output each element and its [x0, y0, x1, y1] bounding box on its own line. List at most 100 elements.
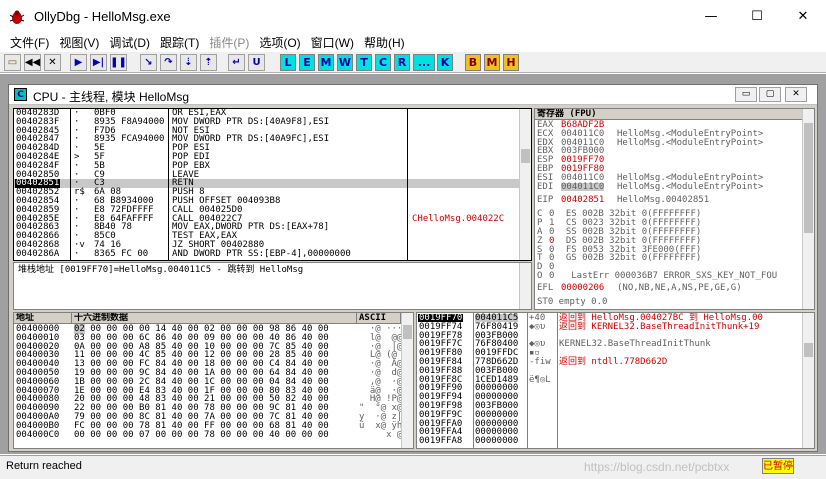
trace-over-icon[interactable]: ⇡ — [200, 54, 217, 71]
register-name: EBP — [537, 163, 554, 174]
open-file-icon[interactable]: ▭ — [4, 54, 21, 71]
execute-till-user-icon[interactable]: U — [248, 54, 265, 71]
disasm-row[interactable]: 00402866 · 85C0 TEST EAX,EAX — [14, 232, 519, 241]
disasm-address: 0040283D — [16, 108, 60, 118]
pause-icon[interactable]: ❚❚ — [110, 54, 127, 71]
dump-row[interactable]: 004000C0 00 00 00 00 07 00 00 00 78 00 00… — [16, 430, 402, 440]
flag-detail: GS 002B 32bit 0(FFFFFFFF) — [555, 253, 702, 264]
references-window-button[interactable]: R — [394, 54, 410, 71]
hardware-breakpoints-window-button[interactable]: H — [503, 54, 519, 71]
windows-window-button[interactable]: W — [337, 54, 353, 71]
disasm-row[interactable]: 0040284E >5F POP EDI — [14, 151, 519, 162]
registers-header[interactable]: 寄存器 (FPU) — [535, 109, 803, 120]
stack-comment: 返回到 KERNEL32.BaseThreadInitThunk+19 — [559, 321, 760, 332]
dump-scrollbar[interactable] — [401, 313, 413, 448]
run-trace-window-button[interactable]: ... — [413, 54, 435, 71]
stack-value: 00000000 — [475, 436, 519, 447]
disasm-row[interactable]: 0040284F · 5B POP EBX — [14, 161, 519, 171]
stack-value: 003FB000 — [475, 400, 519, 411]
flag-value: 0 — [549, 235, 555, 246]
register-value: 00000206 — [561, 282, 605, 293]
disasm-row[interactable]: 0040284D · 5E POP ESI — [14, 144, 519, 153]
memory-breakpoints-window-button[interactable]: M — [484, 54, 500, 71]
disasm-address: 0040283F — [16, 116, 60, 127]
menu-trace[interactable]: 跟踪(T) — [160, 34, 199, 51]
register-name: EAX — [537, 120, 554, 130]
stack-scrollbar[interactable] — [802, 313, 814, 448]
menu-plugins[interactable]: 插件(P) — [209, 34, 249, 51]
minimize-button[interactable]: — — [688, 0, 734, 33]
run-icon[interactable]: ▶ — [70, 54, 87, 71]
menu-window[interactable]: 窗口(W) — [311, 34, 354, 51]
dump-hex: 19 00 00 00 9C 84 40 00 1A 00 00 00 64 8… — [74, 367, 329, 378]
registers-scroll-thumb[interactable] — [804, 123, 813, 233]
dump-header-ascii[interactable]: ASCII — [357, 313, 401, 324]
cpu-window-button[interactable]: C — [375, 54, 391, 71]
menu-help[interactable]: 帮助(H) — [364, 34, 405, 51]
stack-pane[interactable]: 0019FF70 004011C5 +40 返回到 HelloMsg.004027BC… — [416, 312, 815, 449]
dump-header-address[interactable]: 地址 — [14, 313, 72, 324]
info-scrollbar[interactable] — [519, 263, 531, 309]
threads-window-button[interactable]: T — [356, 54, 372, 71]
menu-file[interactable]: 文件(F) — [10, 34, 49, 51]
memory-window-button[interactable]: M — [318, 54, 334, 71]
disasm-row[interactable]: 00402863 · 8B40 78 MOV EAX,DWORD PTR DS:[EA… — [14, 223, 519, 232]
disasm-row[interactable]: 00402850 · C9 LEAVE — [14, 170, 519, 180]
cpu-minimize-button[interactable]: ▭ — [735, 87, 757, 102]
registers-scrollbar[interactable] — [802, 109, 814, 309]
memory-dump-pane[interactable]: 地址 十六进制数据 ASCII 00400000 02 00 00 00 00 1… — [13, 312, 414, 449]
register-row-efl[interactable]: EFL 00000206 (NO,NB,NE,A,NS,PE,GE,G) — [537, 282, 802, 294]
disasm-row[interactable]: 0040286A · 8365 FC 00 AND DWORD PTR SS:[EBP… — [14, 249, 519, 259]
dump-hex: 79 00 00 00 8C 81 40 00 7A 00 00 00 7C 8… — [74, 411, 329, 422]
run-thread-icon[interactable]: ▶| — [90, 54, 107, 71]
disassembly-pane[interactable]: 0040283D · 0BF0 OR ESI,EAX 0040283F · 8935 F8A… — [13, 108, 532, 261]
restart-icon[interactable]: ◀◀ — [24, 54, 41, 71]
stack-address: 0019FFA8 — [419, 436, 463, 447]
menu-options[interactable]: 选项(O) — [259, 34, 300, 51]
disassembly-scroll-thumb[interactable] — [521, 149, 530, 163]
disasm-row[interactable]: 00402847 · 8935 FCA94000 MOV DWORD PTR DS:[… — [14, 135, 519, 144]
registers-pane[interactable]: 寄存器 (FPU) EAX B68ADF2B ECX 004011C0 HelloMsg… — [534, 108, 815, 310]
log-window-button[interactable]: L — [280, 54, 296, 71]
menu-debug[interactable]: 调试(D) — [109, 34, 150, 51]
cpu-window: C CPU - 主线程, 模块 HelloMsg ▭ ▢ ✕ 0040283D ·… — [8, 84, 818, 452]
cpu-close-button[interactable]: ✕ — [785, 87, 807, 102]
close-button[interactable]: ✕ — [780, 0, 826, 33]
dump-hex: 1B 00 00 00 2C 84 40 00 1C 00 00 00 04 8… — [74, 376, 329, 387]
modules-window-button[interactable]: E — [299, 54, 315, 71]
menu-view[interactable]: 视图(V) — [59, 34, 99, 51]
disassembly-rows: 0040283D · 0BF0 OR ESI,EAX 0040283F · 8935 F8A… — [14, 109, 531, 259]
step-over-icon[interactable]: ↷ — [160, 54, 177, 71]
stack-column-divider — [473, 313, 474, 448]
disasm-row[interactable]: 00402851 · C3 RETN — [14, 179, 519, 189]
disasm-row[interactable]: 00402854 · 68 B8934000 PUSH OFFSET 004093B8 — [14, 196, 519, 206]
stack-value: 778D662D — [475, 356, 519, 367]
disasm-address: 0040284E — [16, 151, 60, 162]
close-debug-icon[interactable]: ✕ — [44, 54, 61, 71]
dump-scroll-thumb[interactable] — [403, 325, 412, 339]
dump-address: 00400010 — [16, 332, 60, 343]
disasm-mark: · — [74, 204, 80, 215]
cpu-restore-button[interactable]: ▢ — [759, 87, 781, 102]
register-st0[interactable]: ST0 empty 0.0 — [537, 297, 802, 307]
menu-bar: 文件(F) 视图(V) 调试(D) 跟踪(T) 插件(P) 选项(O) 窗口(W… — [0, 33, 826, 52]
maximize-button[interactable]: ☐ — [734, 0, 780, 33]
disasm-row[interactable]: 0040283F · 8935 F8A94000 MOV DWORD PTR DS:[… — [14, 116, 519, 127]
flag-row[interactable]: O 0 LastErr 000036B7 ERROR_SXS_KEY_NOT_F… — [537, 270, 802, 281]
disassembly-scrollbar[interactable] — [519, 109, 531, 260]
register-row-eip[interactable]: EIP 00402851 HelloMsg.00402851 — [537, 196, 802, 206]
breakpoints-window-button[interactable]: B — [465, 54, 481, 71]
flag-row[interactable]: T 0 GS 002B 32bit 0(FFFFFFFF) — [537, 254, 802, 263]
trace-into-icon[interactable]: ⇣ — [180, 54, 197, 71]
execute-till-return-icon[interactable]: ↵ — [228, 54, 245, 71]
stack-scroll-thumb[interactable] — [804, 343, 813, 357]
stack-row[interactable]: 0019FFA8 00000000 — [417, 437, 801, 446]
call-stack-window-button[interactable]: K — [437, 54, 453, 71]
register-note: HelloMsg.<ModuleEntryPoint> — [617, 172, 764, 183]
register-row[interactable]: EDI 004011C0 HelloMsg.<ModuleEntryPoint> — [537, 182, 802, 192]
step-into-icon[interactable]: ↘ — [140, 54, 157, 71]
flag-value: 0 — [549, 270, 555, 281]
flag-name: Z — [537, 235, 548, 246]
disasm-instruction: CALL 004025D0 — [172, 204, 243, 215]
dump-header-hex[interactable]: 十六进制数据 — [72, 313, 357, 324]
